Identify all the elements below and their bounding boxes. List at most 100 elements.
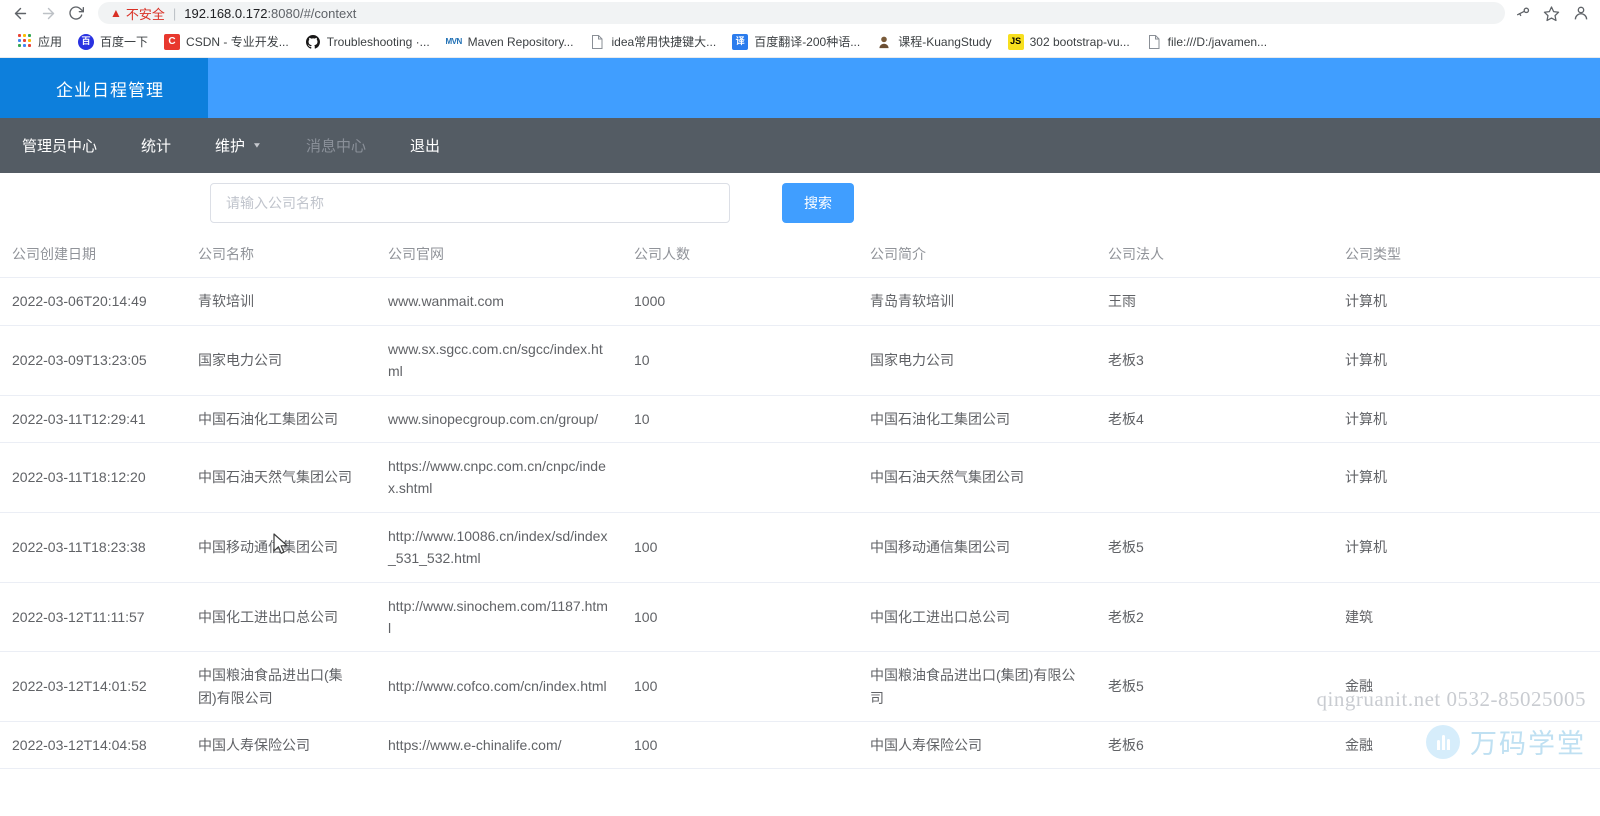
forward-icon[interactable] [34, 1, 62, 25]
column-header-created-date[interactable]: 公司创建日期 [0, 233, 198, 279]
search-button[interactable]: 搜索 [782, 183, 854, 223]
cell-text: https://www.cnpc.com.cn/cnpc/index.shtml [388, 457, 606, 497]
cell-website: https://www.e-chinalife.com/ [388, 721, 634, 770]
cell-company-name: 青软培训 [198, 277, 388, 326]
column-header-legal-person[interactable]: 公司法人 [1108, 233, 1345, 279]
js-icon: JS [1007, 33, 1024, 50]
bookmark-baidu[interactable]: 百 百度一下 [70, 30, 156, 53]
cell-text: http://www.cofco.com/cn/index.html [388, 678, 607, 695]
cell-company-name: 中国化工进出口总公司 [198, 582, 388, 653]
table-row[interactable]: 2022-03-11T18:12:20 中国石油天然气集团公司 https://… [0, 442, 1600, 513]
cell-website: www.sx.sgcc.com.cn/sgcc/index.html [388, 325, 634, 396]
nav-item-message-center[interactable]: 消息中心 [284, 118, 388, 173]
cell-text: http://www.10086.cn/index/sd/index_531_5… [388, 527, 608, 567]
cell-description: 中国石油天然气集团公司 [870, 442, 1108, 513]
cell-headcount: 1000 [634, 277, 870, 326]
bookmark-csdn[interactable]: C CSDN - 专业开发... [156, 30, 297, 53]
nav-label: 管理员中心 [22, 138, 98, 155]
table-row[interactable]: 2022-03-11T18:23:38 中国移动通信集团公司 http://ww… [0, 512, 1600, 583]
nav-label: 维护 [215, 138, 246, 155]
table-row[interactable]: 2022-03-12T11:11:57 中国化工进出口总公司 http://ww… [0, 582, 1600, 653]
cell-description: 中国移动通信集团公司 [870, 512, 1108, 583]
cell-legal-person: 老板5 [1108, 651, 1345, 723]
baidu-icon: 百 [78, 33, 95, 50]
search-input[interactable] [210, 183, 730, 223]
cell-website: www.sinopecgroup.com.cn/group/ [388, 395, 634, 443]
column-header-company-name[interactable]: 公司名称 [198, 233, 388, 279]
column-header-description[interactable]: 公司简介 [870, 233, 1108, 279]
nav-item-logout[interactable]: 退出 [388, 118, 462, 173]
cell-legal-person [1108, 442, 1345, 513]
cell-website: http://www.sinochem.com/1187.html [388, 582, 634, 653]
cell-text: 青软培训 [198, 293, 254, 310]
bookmark-idea-shortcuts[interactable]: idea常用快捷键大... [581, 30, 724, 53]
cell-text: 中国人寿保险公司 [870, 737, 982, 754]
kuangstudy-icon [876, 33, 893, 50]
cell-website: http://www.cofco.com/cn/index.html [388, 651, 634, 723]
cell-headcount: 10 [634, 395, 870, 443]
nav-item-admin-center[interactable]: 管理员中心 [0, 118, 119, 173]
cell-website: http://www.10086.cn/index/sd/index_531_5… [388, 512, 634, 583]
cell-text: 中国人寿保险公司 [198, 737, 310, 754]
bookmark-maven[interactable]: MVN Maven Repository... [438, 31, 582, 53]
cell-created-date: 2022-03-12T11:11:57 [0, 582, 198, 653]
back-icon[interactable] [6, 1, 34, 25]
bookmark-bootstrap-vue[interactable]: JS 302 bootstrap-vu... [1000, 31, 1138, 53]
company-table: 公司创建日期 公司名称 公司官网 公司人数 公司简介 公司法人 公司类型 202… [0, 233, 1600, 770]
table-row[interactable]: 2022-03-06T20:14:49 青软培训 www.wanmait.com… [0, 277, 1600, 326]
baidu-fanyi-icon: 译 [732, 33, 749, 50]
cell-legal-person: 老板3 [1108, 325, 1345, 396]
cell-text: 中国石油天然气集团公司 [870, 469, 1024, 486]
bookmark-apps[interactable]: 应用 [8, 30, 70, 53]
cell-company-name: 中国石油天然气集团公司 [198, 442, 388, 513]
company-table-container: 公司创建日期 公司名称 公司官网 公司人数 公司简介 公司法人 公司类型 202… [0, 233, 1600, 770]
cell-text: https://www.e-chinalife.com/ [388, 737, 562, 754]
cell-description: 中国人寿保险公司 [870, 721, 1108, 770]
cell-text: www.wanmait.com [388, 293, 504, 310]
page-title: 企业日程管理 [56, 80, 164, 100]
github-icon [304, 33, 321, 50]
nav-item-statistics[interactable]: 统计 [119, 118, 193, 173]
bookmark-label: idea常用快捷键大... [611, 35, 717, 49]
table-row[interactable]: 2022-03-12T14:04:58 中国人寿保险公司 https://www… [0, 721, 1600, 770]
cell-company-type: 建筑 [1345, 582, 1600, 653]
bookmark-label: 百度翻译-200种语... [754, 35, 861, 49]
cell-text: 中国石油化工集团公司 [198, 410, 338, 427]
bookmark-troubleshooting[interactable]: Troubleshooting ·... [297, 31, 438, 53]
column-header-website[interactable]: 公司官网 [388, 233, 634, 279]
bookmark-star-icon[interactable] [1543, 5, 1560, 22]
column-header-headcount[interactable]: 公司人数 [634, 233, 870, 279]
cell-description: 中国石油化工集团公司 [870, 395, 1108, 443]
cell-headcount: 10 [634, 325, 870, 396]
cell-text: http://www.sinochem.com/1187.html [388, 597, 608, 636]
cell-text: 中国化工进出口总公司 [198, 608, 338, 625]
app-header: 企业日程管理 [0, 58, 1600, 118]
table-row[interactable]: 2022-03-09T13:23:05 国家电力公司 www.sx.sgcc.c… [0, 325, 1600, 396]
reload-icon[interactable] [62, 1, 90, 25]
cell-text: 中国化工进出口总公司 [870, 608, 1010, 625]
cell-text: 国家电力公司 [198, 351, 282, 368]
omnibox-divider: | [172, 5, 177, 21]
cell-headcount: 100 [634, 721, 870, 770]
cell-headcount: 100 [634, 651, 870, 723]
header-spacer [208, 58, 1600, 118]
bookmark-label: 应用 [38, 35, 63, 49]
page-icon [589, 33, 606, 50]
search-bar: 搜索 [0, 173, 1600, 233]
table-row[interactable]: 2022-03-11T12:29:41 中国石油化工集团公司 www.sinop… [0, 395, 1600, 443]
table-row[interactable]: 2022-03-12T14:01:52 中国粮油食品进出口(集团)有限公司 ht… [0, 651, 1600, 723]
bookmark-local-file[interactable]: file:///D:/javamen... [1138, 31, 1275, 53]
column-header-company-type[interactable]: 公司类型 [1345, 233, 1600, 279]
table-header: 公司创建日期 公司名称 公司官网 公司人数 公司简介 公司法人 公司类型 [0, 233, 1600, 279]
cell-legal-person: 王雨 [1108, 277, 1345, 326]
table-header-row: 公司创建日期 公司名称 公司官网 公司人数 公司简介 公司法人 公司类型 [0, 233, 1600, 279]
cell-company-name: 国家电力公司 [198, 325, 388, 396]
nav-item-maintenance[interactable]: 维护 ▼ [193, 118, 284, 173]
bookmark-baidu-fanyi[interactable]: 译 百度翻译-200种语... [724, 30, 868, 53]
address-bar[interactable]: ▲ 不安全 | 192.168.0.172:8080/#/context [98, 2, 1505, 24]
bookmark-label: 百度一下 [100, 35, 149, 49]
password-key-icon[interactable] [1515, 5, 1531, 21]
bookmark-kuangstudy[interactable]: 课程-KuangStudy [868, 30, 999, 53]
cell-description: 中国化工进出口总公司 [870, 582, 1108, 653]
profile-avatar-icon[interactable] [1572, 4, 1590, 22]
